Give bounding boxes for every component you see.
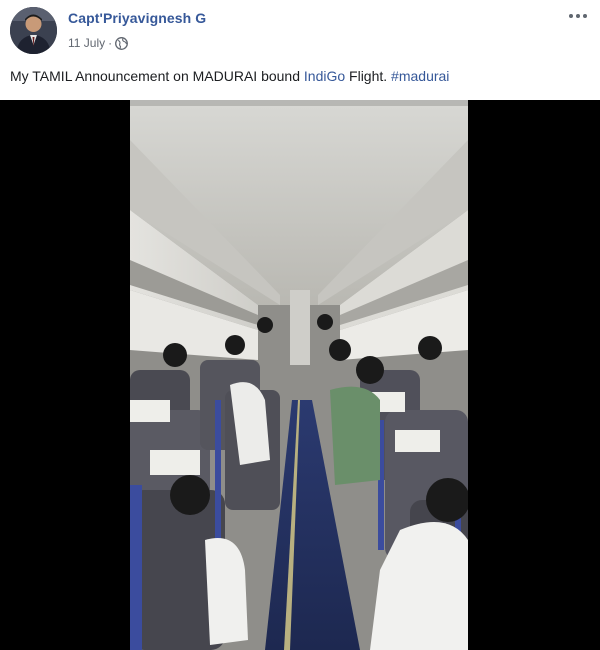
post-text-intro: My TAMIL Announcement on MADURAI bound (10, 68, 304, 84)
post-date[interactable]: 11 July (68, 36, 105, 50)
hashtag-link[interactable]: #madurai (391, 68, 449, 84)
globe-icon[interactable] (115, 36, 129, 50)
author-name[interactable]: Capt'Priyavignesh G (68, 10, 206, 26)
cabin-scene (130, 100, 468, 650)
video-frame[interactable] (130, 100, 468, 650)
post-text: My TAMIL Announcement on MADURAI bound I… (10, 67, 590, 85)
avatar-image (10, 7, 57, 54)
author-avatar[interactable] (10, 7, 57, 54)
post-meta: 11 July · (68, 36, 129, 50)
post-text-middle: Flight. (345, 68, 392, 84)
post-header: Capt'Priyavignesh G 11 July · (0, 0, 600, 64)
video-player[interactable] (0, 100, 600, 650)
more-options-icon[interactable] (566, 6, 590, 26)
brand-link[interactable]: IndiGo (304, 68, 345, 84)
meta-separator: · (108, 36, 113, 50)
